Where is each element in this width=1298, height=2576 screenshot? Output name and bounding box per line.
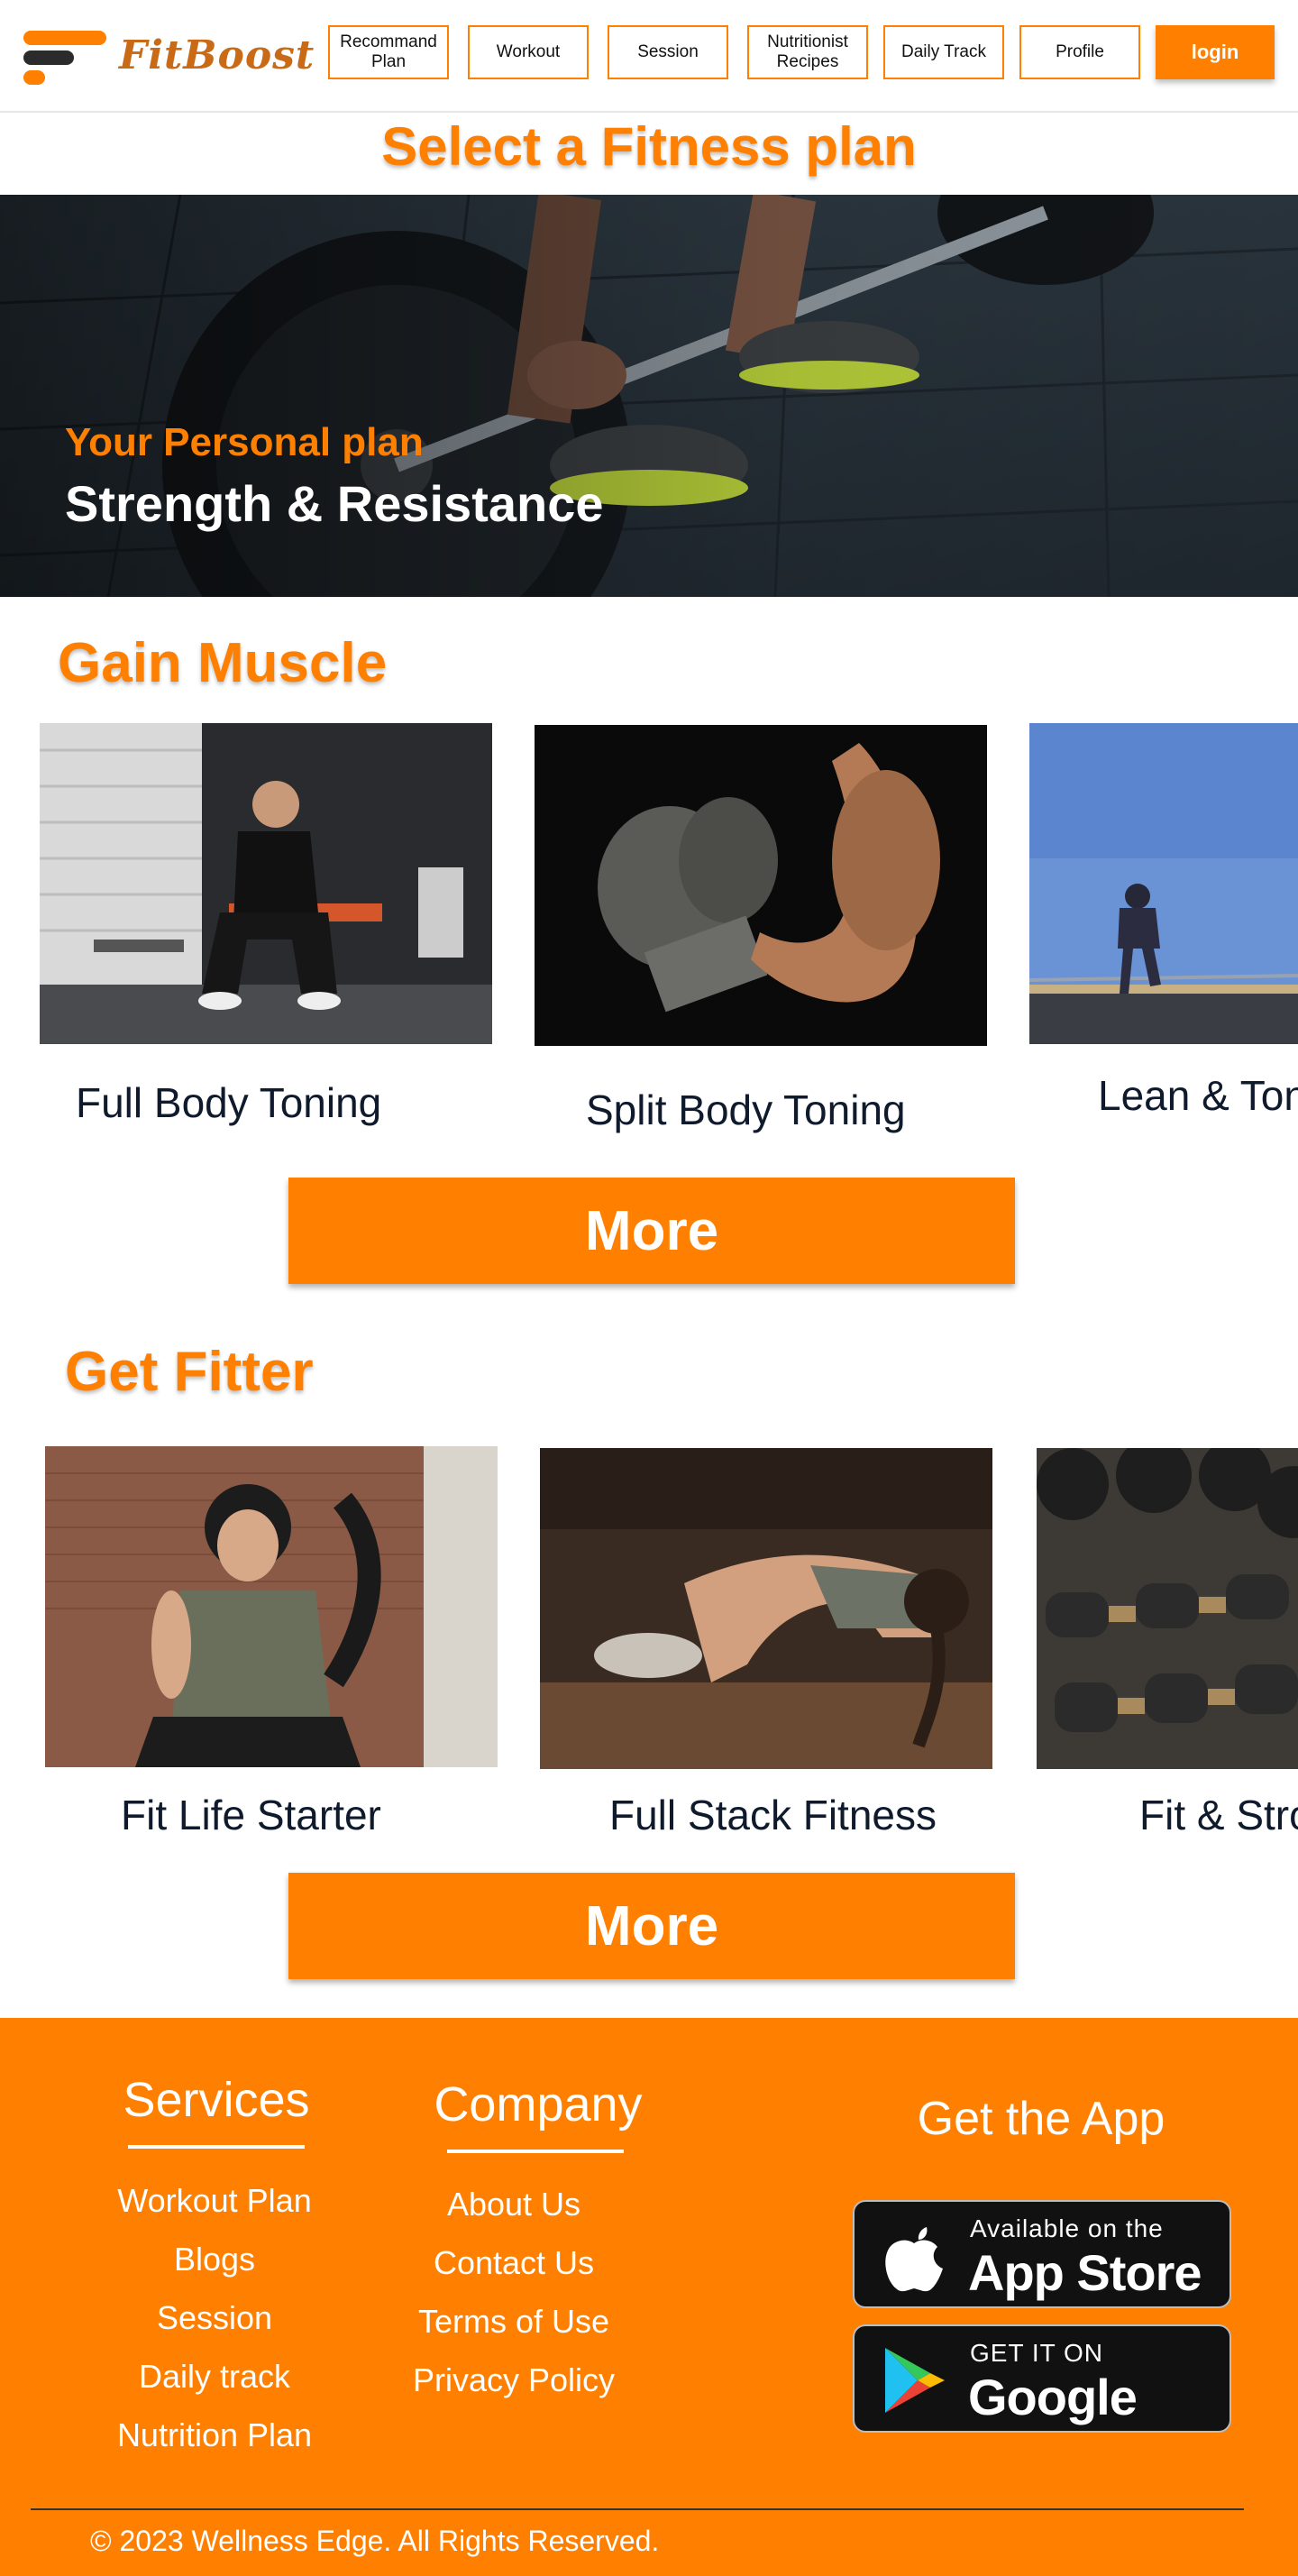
app-store-button[interactable]: Available on the App Store	[853, 2200, 1231, 2308]
card-image-fit-strong[interactable]	[1037, 1448, 1298, 1769]
page-title: Select a Fitness plan	[381, 116, 917, 177]
card-image-full-body-toning[interactable]	[40, 723, 492, 1044]
footer-link-workout-plan[interactable]: Workout Plan	[90, 2182, 339, 2220]
footer-services-underline	[128, 2145, 305, 2149]
footer-get-app-title: Get the App	[917, 2093, 1165, 2145]
footer-link-contact-us[interactable]: Contact Us	[389, 2244, 638, 2282]
card-image-lean-toned[interactable]	[1029, 723, 1298, 1044]
card-label-split-body-toning[interactable]: Split Body Toning	[586, 1086, 906, 1134]
footer-company-underline	[447, 2150, 624, 2153]
navbar: FitBoost Recommand Plan Workout Session …	[0, 0, 1298, 113]
footer-link-blogs[interactable]: Blogs	[90, 2241, 339, 2278]
nav-session[interactable]: Session	[608, 25, 728, 79]
footer-company-title: Company	[434, 2077, 643, 2131]
card-image-split-body-toning[interactable]	[535, 725, 987, 1046]
footer-services-title: Services	[123, 2073, 310, 2127]
card-image-full-stack-fitness[interactable]	[540, 1448, 992, 1769]
footer-link-daily-track[interactable]: Daily track	[90, 2358, 339, 2396]
hero-banner[interactable]: Your Personal plan Strength & Resistance	[0, 195, 1298, 597]
footer-link-privacy-policy[interactable]: Privacy Policy	[389, 2361, 638, 2399]
hero-image	[0, 195, 1298, 597]
card-label-fit-life-starter[interactable]: Fit Life Starter	[121, 1791, 381, 1839]
footer-copyright: © 2023 Wellness Edge. All Rights Reserve…	[90, 2525, 660, 2557]
footer-link-terms-of-use[interactable]: Terms of Use	[389, 2303, 638, 2341]
nav-nutritionist-recipes[interactable]: Nutritionist Recipes	[747, 25, 868, 79]
section-title-get-fitter: Get Fitter	[65, 1341, 314, 1403]
footer-link-nutrition-plan[interactable]: Nutrition Plan	[90, 2416, 339, 2454]
hero-title: Strength & Resistance	[65, 475, 604, 532]
hero-subtitle: Your Personal plan	[65, 420, 424, 464]
card-label-lean-toned[interactable]: Lean & Toned	[1098, 1071, 1298, 1120]
section-title-gain-muscle: Gain Muscle	[58, 632, 388, 694]
nav-profile[interactable]: Profile	[1019, 25, 1140, 79]
footer-link-about-us[interactable]: About Us	[389, 2186, 638, 2223]
nav-workout[interactable]: Workout	[468, 25, 589, 79]
footer-divider	[31, 2508, 1244, 2510]
google-play-big-text: Google Play	[968, 2369, 1138, 2431]
nav-daily-track[interactable]: Daily Track	[883, 25, 1004, 79]
google-play-button[interactable]: GET IT ON Google Play	[853, 2324, 1231, 2433]
apple-icon	[885, 2227, 943, 2292]
app-store-big-text: App Store	[968, 2244, 1202, 2301]
footer-link-session[interactable]: Session	[90, 2299, 339, 2337]
nav-recommand-plan[interactable]: Recommand Plan	[328, 25, 449, 79]
login-button[interactable]: login	[1156, 25, 1275, 79]
more-button-gain-muscle[interactable]: More	[288, 1178, 1015, 1284]
brand-logo[interactable]: FitBoost	[20, 27, 314, 85]
google-play-icon	[885, 2348, 945, 2413]
card-image-fit-life-starter[interactable]	[45, 1446, 498, 1767]
app-store-small-text: Available on the	[970, 2214, 1164, 2242]
logo-mark-icon	[20, 27, 110, 85]
google-play-small-text: GET IT ON	[970, 2339, 1103, 2367]
brand-name: FitBoost	[119, 32, 315, 78]
card-label-full-body-toning[interactable]: Full Body Toning	[76, 1078, 381, 1127]
card-label-fit-strong[interactable]: Fit & Strong	[1139, 1791, 1298, 1839]
card-label-full-stack-fitness[interactable]: Full Stack Fitness	[609, 1791, 937, 1839]
more-button-get-fitter[interactable]: More	[288, 1873, 1015, 1979]
